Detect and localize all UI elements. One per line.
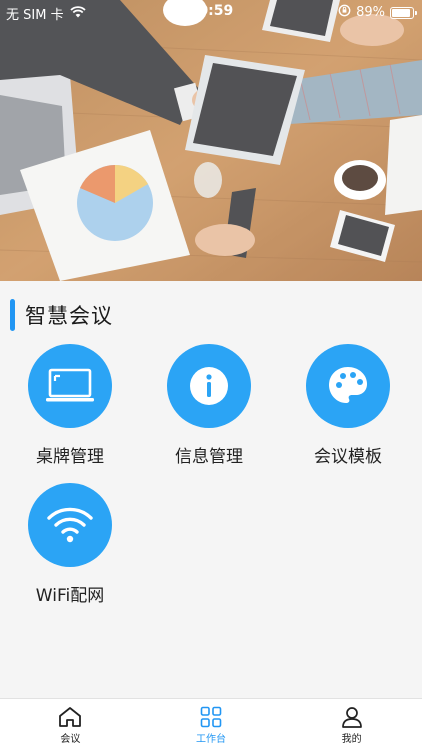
section-title: 智慧会议 xyxy=(25,304,113,328)
tab-workbench[interactable]: 工作台 xyxy=(141,699,282,750)
status-bar: 无 SIM 卡 10:59 89% xyxy=(0,0,422,24)
info-icon xyxy=(190,367,228,405)
section-accent-bar xyxy=(10,299,15,331)
tile-desk-sign-management[interactable]: 桌牌管理 xyxy=(10,344,130,467)
tile-icon-circle xyxy=(28,344,112,428)
home-icon xyxy=(59,707,82,727)
tab-meeting[interactable]: 会议 xyxy=(0,699,141,750)
tile-icon-circle xyxy=(28,483,112,567)
tile-label: WiFi配网 xyxy=(35,586,105,606)
tab-mine[interactable]: 我的 xyxy=(281,699,422,750)
orientation-lock-icon xyxy=(338,4,351,21)
user-icon xyxy=(341,707,362,728)
tile-icon-circle xyxy=(167,344,251,428)
tile-icon-circle xyxy=(306,344,390,428)
battery-icon xyxy=(390,6,417,19)
grid-icon xyxy=(200,706,222,728)
bottom-tab-bar: 会议 工作台 我的 xyxy=(0,698,422,750)
tile-label: 信息管理 xyxy=(175,447,243,467)
palette-icon xyxy=(329,367,367,403)
battery-level-fill xyxy=(392,8,410,17)
wifi-icon xyxy=(47,507,93,543)
hero-banner-image xyxy=(0,0,422,281)
tile-wifi-setup[interactable]: WiFi配网 xyxy=(10,483,130,606)
tab-label: 工作台 xyxy=(196,734,226,745)
section-header: 智慧会议 xyxy=(10,299,113,331)
tile-label: 桌牌管理 xyxy=(36,447,104,467)
battery-percent: 89% xyxy=(356,5,385,20)
tile-meeting-template[interactable]: 会议模板 xyxy=(288,344,408,467)
tile-label: 会议模板 xyxy=(314,447,382,467)
laptop-icon xyxy=(46,368,94,402)
tab-label: 会议 xyxy=(60,734,81,745)
tab-label: 我的 xyxy=(341,734,362,745)
tile-info-management[interactable]: 信息管理 xyxy=(149,344,269,467)
